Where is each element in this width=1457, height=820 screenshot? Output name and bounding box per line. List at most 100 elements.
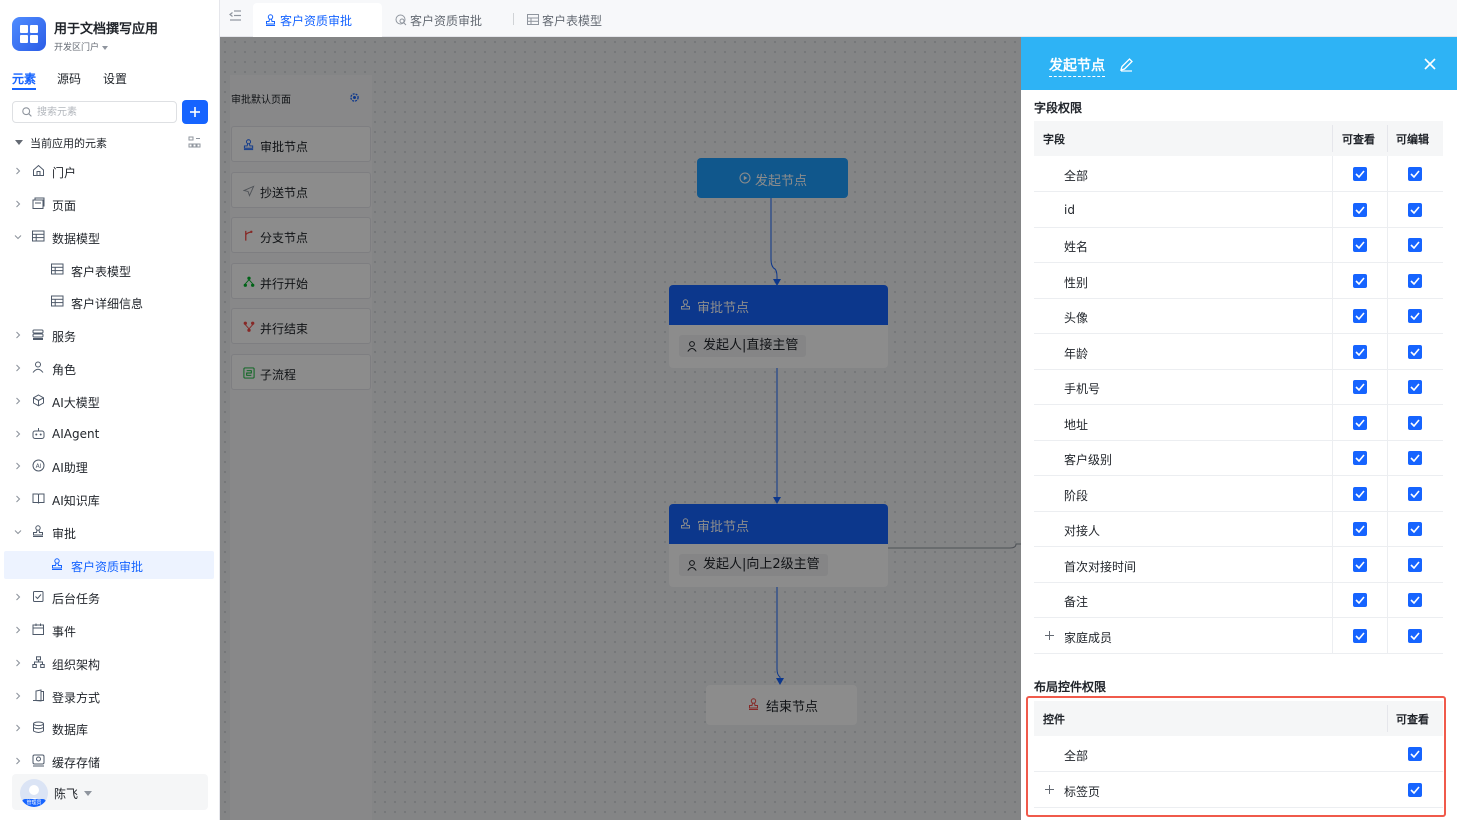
sidebar-item[interactable]: 事件 (4, 616, 214, 644)
edit-checkbox[interactable] (1408, 628, 1422, 643)
view-checkbox[interactable] (1353, 309, 1367, 323)
chevron-right-icon[interactable] (14, 397, 22, 405)
view-checkbox[interactable] (1353, 486, 1367, 501)
edit-icon[interactable] (1119, 57, 1134, 72)
user-bar[interactable]: 管理员 陈飞 (12, 774, 208, 810)
view-checkbox[interactable] (1353, 557, 1367, 572)
view-checkbox[interactable] (1353, 202, 1367, 217)
sidebar-item[interactable]: 页面 (4, 190, 214, 218)
sidebar-item[interactable]: AI AI助理 (4, 452, 214, 480)
chevron-right-icon[interactable] (14, 692, 22, 700)
sidebar-item[interactable]: 客户详细信息 (4, 288, 214, 316)
edit-checkbox[interactable] (1408, 415, 1422, 430)
edit-checkbox[interactable] (1408, 593, 1422, 607)
app-logo-icon (12, 17, 46, 51)
edit-checkbox[interactable] (1408, 344, 1422, 359)
expand-plus-icon[interactable] (1045, 630, 1054, 640)
chevron-right-icon[interactable] (14, 495, 22, 503)
sidebar-item[interactable]: 缓存存储 (4, 747, 214, 775)
sidebar-item[interactable]: AI大模型 (4, 387, 214, 415)
tab-source[interactable]: 源码 (57, 70, 81, 90)
edit-checkbox[interactable] (1408, 451, 1422, 465)
chevron-right-icon[interactable] (14, 593, 22, 601)
sidebar-item[interactable]: AI知识库 (4, 485, 214, 513)
table-row: 姓名 (1034, 227, 1443, 263)
sidebar-item[interactable]: 组织架构 (4, 649, 214, 677)
sidebar-item[interactable]: 数据库 (4, 714, 214, 742)
tab-settings[interactable]: 设置 (103, 70, 127, 90)
tree-view-icon[interactable] (188, 136, 201, 148)
tab-customer-approval[interactable]: 客户资质审批 (383, 3, 508, 37)
svg-text:AI: AI (36, 463, 42, 470)
check-icon (1410, 383, 1420, 391)
view-checkbox[interactable] (1353, 380, 1367, 394)
edit-checkbox[interactable] (1408, 522, 1422, 536)
app-portal-select[interactable]: 开发区门户 (54, 40, 109, 53)
chevron-down-icon[interactable] (14, 528, 22, 536)
view-checkbox[interactable] (1353, 522, 1367, 536)
collapse-sidebar-icon[interactable] (229, 10, 242, 21)
chevron-right-icon[interactable] (14, 724, 22, 732)
view-checkbox[interactable] (1353, 238, 1367, 252)
chevron-right-icon[interactable] (14, 364, 22, 372)
sidebar-item[interactable]: 客户表模型 (4, 256, 214, 284)
sidebar-item[interactable]: 服务 (4, 321, 214, 349)
view-checkbox[interactable] (1353, 593, 1367, 607)
flow-canvas[interactable]: 审批默认页面 审批节点 抄送节点 分支节点 并行开始 并行结束 子流程 发起节点 审批节点… (220, 37, 1021, 820)
sidebar-item[interactable]: 数据模型 (4, 223, 214, 251)
chevron-down-icon[interactable] (14, 233, 22, 241)
edit-checkbox[interactable] (1408, 557, 1422, 572)
sidebar-item[interactable]: 后台任务 (4, 583, 214, 611)
sidebar-item[interactable]: AIAgent (4, 420, 214, 448)
chevron-right-icon[interactable] (14, 331, 22, 339)
table-icon (32, 230, 45, 242)
column-divider (1332, 546, 1333, 583)
edit-checkbox[interactable] (1408, 167, 1422, 181)
add-element-button[interactable] (182, 100, 208, 124)
view-checkbox[interactable] (1353, 451, 1367, 465)
check-icon (1410, 631, 1420, 640)
view-checkbox[interactable] (1353, 415, 1367, 430)
chevron-right-icon[interactable] (14, 626, 22, 634)
sidebar-item[interactable]: 审批 (4, 518, 214, 546)
sidebar-item[interactable]: 登录方式 (4, 682, 214, 710)
sidebar-item[interactable]: 门户 (4, 157, 214, 185)
home-icon (33, 164, 44, 176)
edit-checkbox[interactable] (1408, 202, 1422, 217)
edit-checkbox[interactable] (1408, 238, 1422, 252)
edit-checkbox[interactable] (1408, 486, 1422, 501)
modal-overlay[interactable] (220, 37, 1021, 820)
tree-section-current-app[interactable]: 当前应用的元素 (12, 133, 212, 153)
column-divider (1387, 475, 1388, 512)
column-divider (1387, 191, 1388, 228)
view-checkbox[interactable] (1353, 344, 1367, 359)
chevron-right-icon[interactable] (14, 462, 22, 470)
view-checkbox[interactable] (1353, 167, 1367, 181)
check-icon (1355, 631, 1365, 640)
check-icon (1355, 454, 1365, 462)
field-name: 阶段 (1064, 488, 1089, 503)
edit-checkbox[interactable] (1408, 309, 1422, 323)
tab-label: 客户资质审批 (280, 14, 353, 28)
view-checkbox[interactable] (1353, 628, 1367, 643)
chevron-right-icon[interactable] (14, 200, 22, 208)
view-checkbox[interactable] (1353, 273, 1367, 288)
sidebar-item[interactable]: 客户资质审批 (4, 551, 214, 579)
column-header-view: 可查看 (1342, 133, 1375, 146)
edit-checkbox[interactable] (1408, 273, 1422, 288)
chevron-right-icon[interactable] (14, 430, 22, 438)
tab-customer-table-model[interactable]: 客户表模型 (515, 3, 625, 37)
sidebar-item[interactable]: 角色 (4, 354, 214, 382)
stamp-icon (33, 525, 43, 537)
tab-customer-approval-active[interactable]: 客户资质审批 (253, 3, 382, 37)
edit-checkbox[interactable] (1408, 380, 1422, 394)
chevron-right-icon[interactable] (14, 757, 22, 765)
close-icon[interactable] (1424, 58, 1436, 70)
chevron-right-icon[interactable] (14, 167, 22, 175)
tab-elements[interactable]: 元素 (12, 70, 37, 90)
drawer-title[interactable]: 发起节点 (1049, 55, 1105, 77)
app-header[interactable]: 用于文档撰写应用 开发区门户 (12, 16, 212, 56)
chevron-right-icon[interactable] (14, 659, 22, 667)
sidebar-item-label: AI助理 (52, 461, 88, 475)
search-input[interactable] (37, 105, 171, 120)
